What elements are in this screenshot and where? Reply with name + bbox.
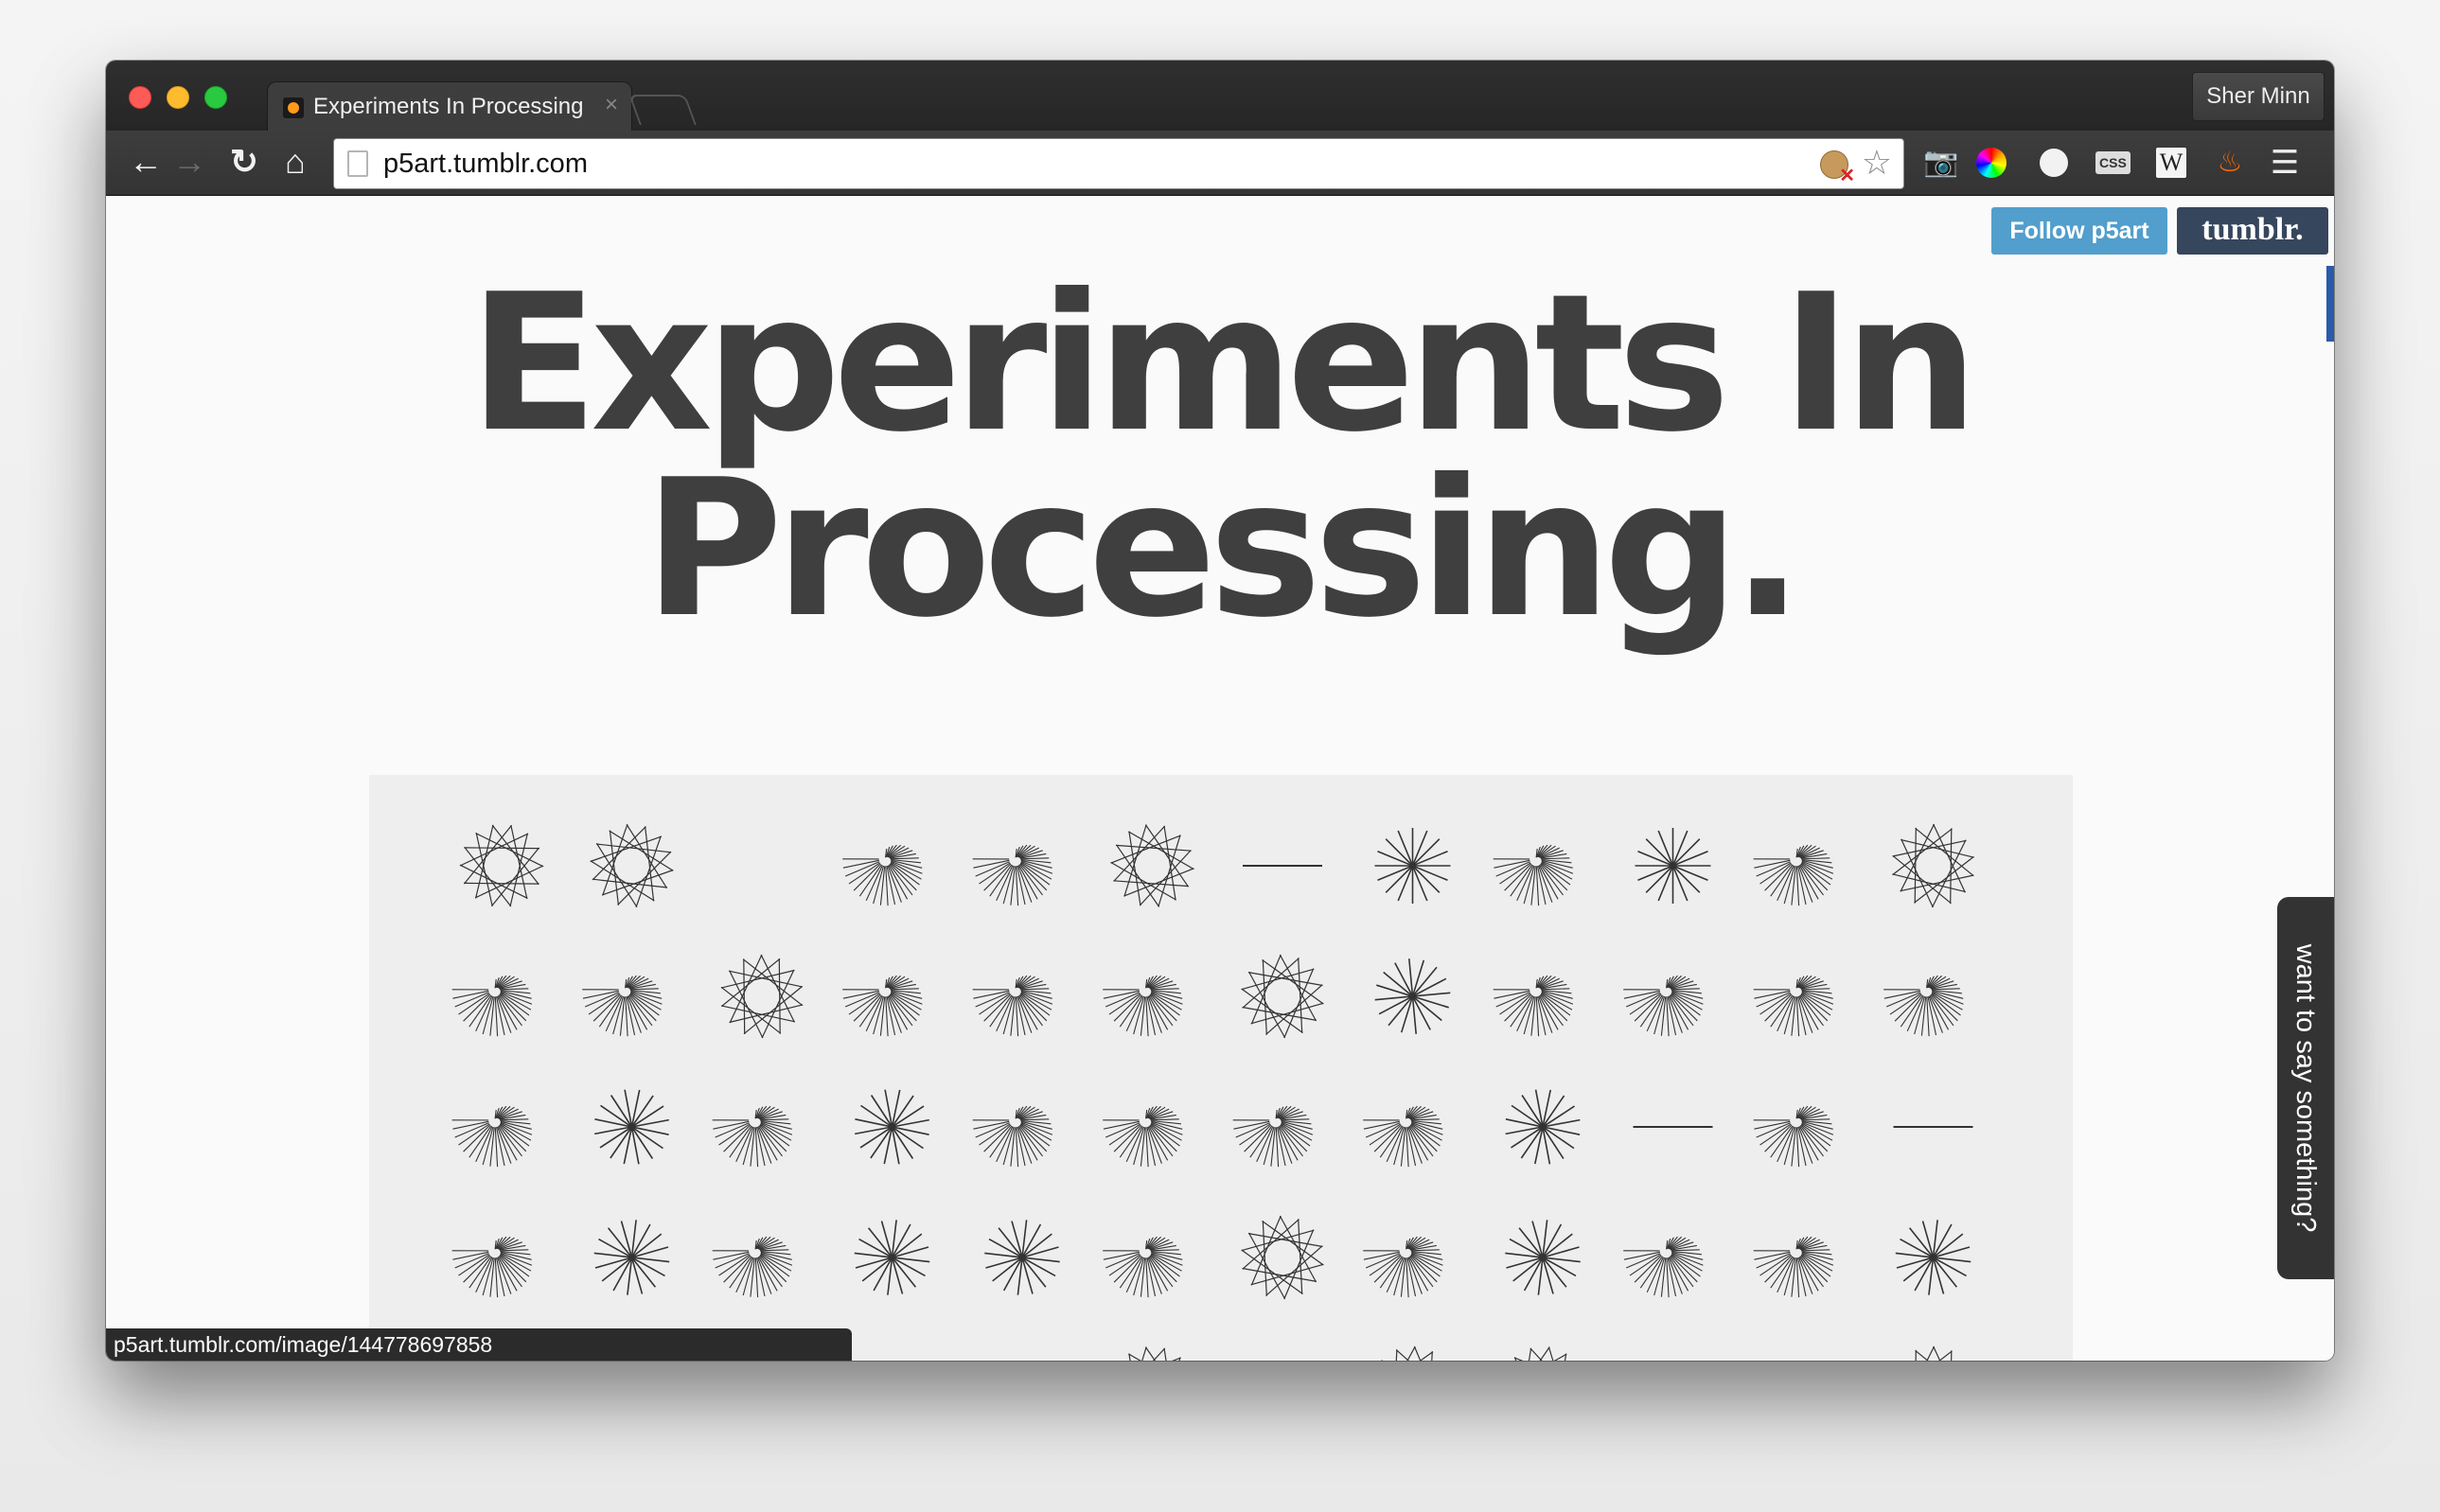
address-bar[interactable]: p5art.tumblr.com ☆ (333, 138, 1904, 189)
glyph-asterisk (984, 1220, 1060, 1295)
glyph-spiral (1493, 844, 1574, 906)
tab-close-icon[interactable]: × (605, 92, 618, 118)
browser-window: Experiments In Processing × Sher Minn ← … (106, 61, 2334, 1361)
glyph-spiral (1493, 975, 1574, 1037)
glyph-asterisk (593, 1220, 670, 1295)
glyph-spiral (972, 975, 1053, 1037)
glyph-star (1241, 954, 1324, 1039)
want-to-say-something-tab[interactable]: want to say something? (2277, 897, 2334, 1279)
profile-button[interactable]: Sher Minn (2192, 72, 2325, 121)
menu-icon[interactable]: ☰ (2268, 146, 2302, 180)
glyph-star (1110, 824, 1194, 907)
glyph-spiral (1363, 1105, 1443, 1168)
glyph-spiral (1103, 975, 1183, 1037)
glyph-star (1915, 1345, 1953, 1361)
camera-icon[interactable]: 📷 (1923, 146, 1958, 180)
home-button[interactable]: ⌂ (274, 140, 316, 184)
glyph-spiral (1103, 1105, 1183, 1168)
glyph-asterisk (1505, 1220, 1581, 1295)
url-text: p5art.tumblr.com (383, 149, 588, 179)
page-icon (347, 150, 368, 177)
glyph-spiral (972, 1105, 1053, 1168)
glyph-asterisk (1374, 958, 1451, 1034)
glyph-star (1128, 1346, 1181, 1361)
glyph-asterisk (1635, 828, 1711, 904)
glyph-spiral (1753, 844, 1834, 906)
glyph-spiral (451, 1236, 533, 1298)
glyph-spiral (1623, 1236, 1704, 1298)
post-image[interactable] (369, 775, 2073, 1361)
glyph-spiral (1363, 1236, 1443, 1298)
bookmark-star-icon[interactable]: ☆ (1862, 143, 1892, 183)
zoom-window-button[interactable] (204, 86, 227, 109)
status-bar: p5art.tumblr.com/image/144778697858 (106, 1328, 852, 1361)
fire-icon[interactable]: ♨ (2213, 146, 2247, 180)
glyph-asterisk (1895, 1220, 1971, 1295)
glyph-spiral (1883, 975, 1964, 1037)
glyph-spiral (1103, 1236, 1183, 1298)
glyph-asterisk (1374, 828, 1451, 904)
glyph-grid-image (451, 823, 1974, 1361)
browser-toolbar: ← → ↻ ⌂ p5art.tumblr.com ☆ 📷 CSS W ♨ ☰ (106, 131, 2334, 196)
glyph-spiral (1623, 975, 1704, 1037)
new-tab-button[interactable] (628, 95, 697, 125)
glyph-star (1513, 1346, 1567, 1361)
tab-favicon-icon (283, 97, 304, 118)
glyph-spiral (1753, 1236, 1834, 1298)
glyph-spiral (712, 1105, 793, 1168)
close-window-button[interactable] (129, 86, 151, 109)
glyph-spiral (451, 1105, 533, 1168)
circle-extension-icon[interactable] (2037, 146, 2071, 180)
cookie-blocked-icon[interactable] (1820, 150, 1855, 187)
wikipedia-icon[interactable]: W (2154, 146, 2188, 180)
blog-title: Experiments In Processing. (106, 254, 2334, 659)
glyph-star (1241, 1215, 1324, 1300)
reload-button[interactable]: ↻ (223, 140, 265, 184)
glyph-spiral (1232, 1105, 1314, 1168)
glyph-star (1381, 1345, 1434, 1361)
blog-title-line-1: Experiments In (469, 254, 1978, 474)
glyph-star (590, 823, 674, 908)
tab-experiments-in-processing[interactable]: Experiments In Processing × (267, 81, 632, 132)
follow-button[interactable]: Follow p5art (1991, 207, 2167, 255)
glyph-asterisk (1505, 1089, 1581, 1165)
blog-title-line-2: Processing. (644, 439, 1804, 659)
glyph-spiral (712, 1236, 793, 1298)
title-bar: Experiments In Processing × Sher Minn (106, 61, 2334, 132)
glyph-star (720, 954, 804, 1039)
glyph-spiral (1753, 975, 1834, 1037)
glyph-star (459, 824, 544, 907)
back-button[interactable]: ← (125, 140, 167, 184)
css-icon[interactable]: CSS (2095, 146, 2131, 180)
say-tab-label: want to say something? (2290, 943, 2321, 1233)
page-content: Follow p5art tumblr. Experiments In Proc… (106, 196, 2334, 1361)
glyph-asterisk (594, 1089, 669, 1165)
glyph-asterisk (855, 1089, 929, 1165)
glyph-spiral (842, 975, 923, 1037)
glyph-spiral (582, 975, 663, 1037)
glyph-asterisk (854, 1220, 930, 1295)
tab-title: Experiments In Processing (313, 94, 584, 119)
forward-button[interactable]: → (168, 140, 210, 184)
color-wheel-icon[interactable] (1976, 148, 2007, 178)
glyph-spiral (1753, 1105, 1834, 1168)
glyph-spiral (842, 844, 923, 906)
tumblr-logo-button[interactable]: tumblr. (2177, 207, 2328, 255)
minimize-window-button[interactable] (167, 86, 189, 109)
glyph-spiral (972, 844, 1053, 906)
glyph-star (1892, 823, 1974, 908)
glyph-spiral (451, 975, 533, 1037)
